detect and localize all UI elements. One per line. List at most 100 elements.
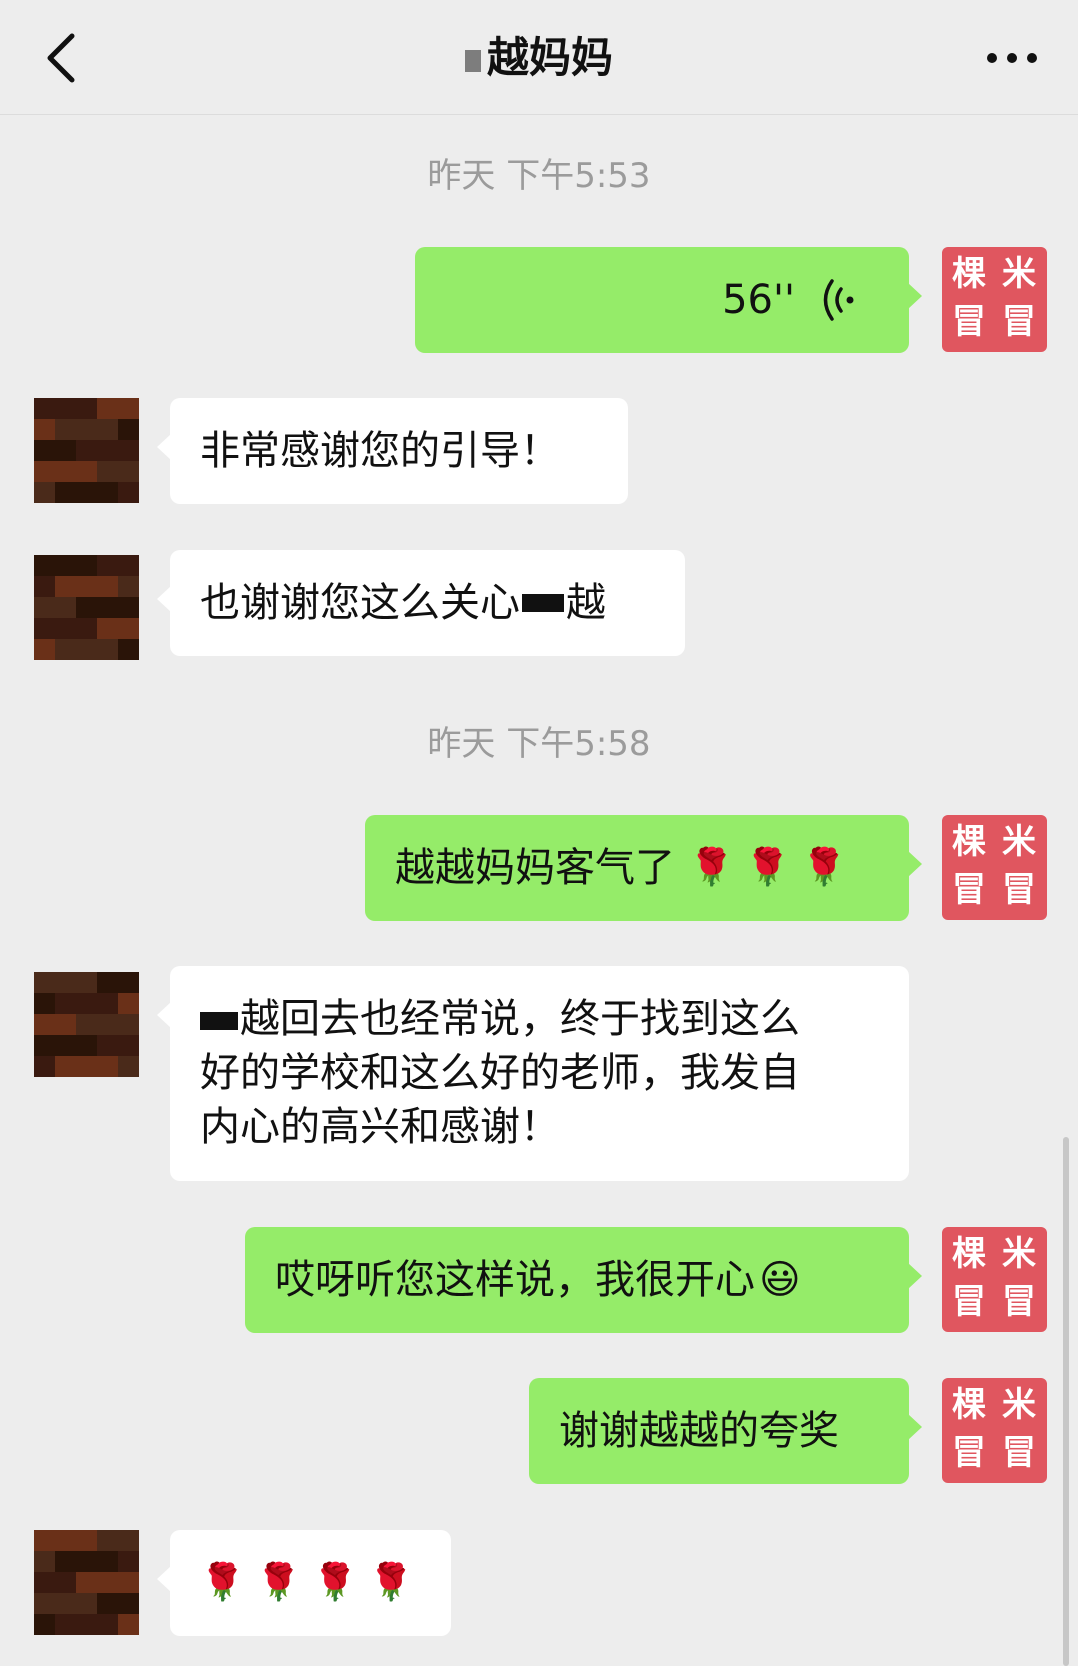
avatar-pixel [97,576,118,597]
message-bubble[interactable]: 谢谢越越的夸奖 [529,1378,922,1484]
avatar-pixel [97,1593,118,1614]
timestamp: 昨天 下午5:58 [427,724,651,764]
message-bubble[interactable]: 🌹 🌹 🌹 🌹 [157,1530,451,1636]
avatar-glyph: 米 [1002,1234,1036,1274]
avatar-pixel [55,618,76,639]
avatar-pixel [55,555,76,576]
message-bubble[interactable]: 也谢谢您这么关心越 [157,550,685,656]
avatar-pixel [118,972,139,993]
message-text: 也谢谢您这么关心 [200,580,520,626]
avatar-pixel [55,482,76,503]
avatar-pixel [34,1572,55,1593]
contact-avatar[interactable] [34,1530,139,1635]
message-bubble[interactable]: 非常感谢您的引导！ [157,398,628,504]
avatar-pixel [34,639,55,660]
avatar-pixel [118,639,139,660]
avatar-pixel [55,1572,76,1593]
avatar-pixel [76,440,97,461]
message-text-line: 越回去也经常说，终于找到这么 [240,996,800,1042]
message-bubble[interactable]: 越回去也经常说，终于找到这么 好的学校和这么好的老师，我发自 内心的高兴和感谢！ [157,966,909,1181]
avatar-pixel [118,461,139,482]
chat-title-text: 越妈妈 [486,33,613,82]
avatar-pixel [118,1014,139,1035]
avatar-pixel [76,1530,97,1551]
my-avatar[interactable]: 棵米冒冒 [942,247,1047,352]
message-text: 越 [566,580,606,626]
contact-avatar[interactable] [34,555,139,660]
avatar-glyph: 米 [1002,822,1036,862]
avatar-pixel [34,461,55,482]
avatar-pixel [97,1014,118,1035]
avatar-glyph: 米 [1002,254,1036,294]
avatar-glyph: 棵 [952,1385,986,1425]
avatar-pixel [55,1530,76,1551]
avatar-pixel [97,972,118,993]
chat-title: 越妈妈 [0,28,1078,88]
avatar-glyph: 棵 [952,822,986,862]
avatar-pixel [34,993,55,1014]
avatar-pixel [118,1035,139,1056]
my-avatar[interactable]: 棵米冒冒 [942,1378,1047,1483]
voice-message-bubble[interactable]: 56'' [415,247,922,353]
avatar-pixel [118,398,139,419]
avatar-pixel [34,618,55,639]
message-text: 谢谢越越的夸奖 [559,1408,839,1454]
avatar-pixel [55,639,76,660]
avatar-pixel [34,555,55,576]
chat-header: 越妈妈 [0,0,1078,115]
my-avatar[interactable]: 棵米冒冒 [942,1227,1047,1332]
avatar-pixel [76,993,97,1014]
avatar-pixel [97,1614,118,1635]
message-text: 非常感谢您的引导！ [200,428,560,474]
avatar-glyph: 米 [1002,1385,1036,1425]
message-text: 哎呀听您这样说，我很开心 [275,1257,755,1303]
voice-duration: 56'' [722,277,795,323]
avatar-pixel [118,440,139,461]
message-bubble[interactable]: 哎呀听您这样说，我很开心 😃 [245,1227,922,1333]
avatar-pixel [76,1572,97,1593]
avatar-glyph: 冒 [1002,302,1036,342]
redaction-mark [200,1012,238,1030]
avatar-pixel [118,618,139,639]
avatar-pixel [55,972,76,993]
contact-avatar[interactable] [34,398,139,503]
avatar-pixel [55,1035,76,1056]
avatar-pixel [97,482,118,503]
avatar-pixel [76,618,97,639]
avatar-pixel [55,1551,76,1572]
avatar-glyph: 棵 [952,1234,986,1274]
redaction-mark [464,49,481,72]
my-avatar[interactable]: 棵米冒冒 [942,815,1047,920]
avatar-pixel [118,555,139,576]
avatar-pixel [76,398,97,419]
avatar-pixel [76,1614,97,1635]
avatar-pixel [97,419,118,440]
avatar-pixel [34,1035,55,1056]
avatar-pixel [55,440,76,461]
avatar-pixel [34,1551,55,1572]
avatar-pixel [97,618,118,639]
avatar-pixel [34,597,55,618]
avatar-pixel [76,1014,97,1035]
avatar-pixel [97,993,118,1014]
avatar-pixel [76,576,97,597]
rose-emoji: 🌹 🌹 🌹 [689,847,847,888]
avatar-glyph: 冒 [1002,1433,1036,1473]
more-options-icon[interactable] [982,34,1042,82]
avatar-pixel [97,398,118,419]
avatar-pixel [118,419,139,440]
contact-avatar[interactable] [34,972,139,1077]
avatar-pixel [34,1014,55,1035]
avatar-glyph: 冒 [952,302,986,342]
avatar-pixel [55,419,76,440]
avatar-pixel [118,576,139,597]
scrollbar[interactable] [1063,1137,1069,1666]
avatar-pixel [118,1614,139,1635]
avatar-pixel [34,1056,55,1077]
avatar-pixel [97,1551,118,1572]
message-bubble[interactable]: 越越妈妈客气了 🌹 🌹 🌹 [365,815,922,921]
avatar-pixel [34,1530,55,1551]
avatar-pixel [97,555,118,576]
avatar-glyph: 冒 [952,1433,986,1473]
avatar-pixel [55,398,76,419]
